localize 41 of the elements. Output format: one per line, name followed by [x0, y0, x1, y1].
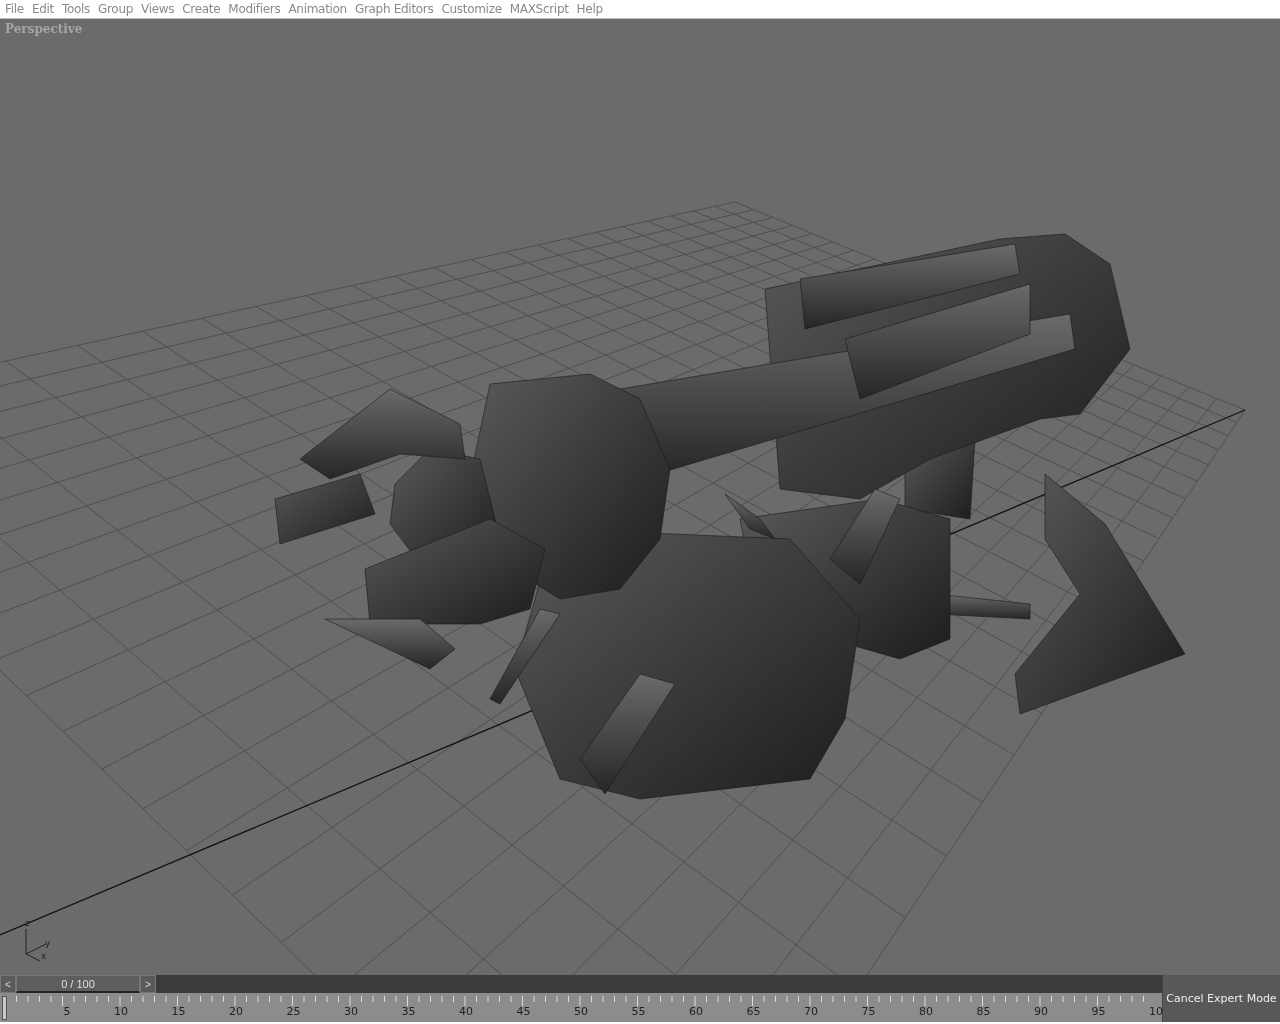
frame-number: 5 — [63, 1006, 71, 1018]
menu-item[interactable]: Edit — [27, 2, 58, 16]
frame-number: 50 — [574, 1006, 588, 1018]
frame-number: 25 — [286, 1006, 301, 1018]
frame-number: 30 — [344, 1006, 358, 1018]
menu-item[interactable]: MAXScript — [505, 2, 573, 16]
menu-item[interactable]: Modifiers — [224, 2, 285, 16]
frame-number: 15 — [171, 1006, 186, 1018]
axis-label: x — [41, 951, 47, 961]
menu-item[interactable]: Group — [94, 2, 138, 16]
frame-number: 60 — [689, 1006, 703, 1018]
menu-item[interactable]: Animation — [284, 2, 351, 16]
axis-tripod-icon — [25, 928, 47, 962]
menu-item[interactable]: Graph Editors — [350, 2, 438, 16]
menu-item[interactable]: Create — [178, 2, 225, 16]
frame-number: 45 — [516, 1006, 531, 1018]
frame-number: 35 — [401, 1006, 416, 1018]
frame-number: 20 — [229, 1006, 243, 1018]
frame-number: 75 — [861, 1006, 876, 1018]
next-frame-button[interactable]: > — [140, 975, 156, 993]
time-slider-thumb[interactable]: 0 / 100 — [16, 975, 140, 993]
current-frame-marker — [2, 996, 7, 1020]
axis-label: z — [25, 918, 30, 928]
frame-number: 90 — [1034, 1006, 1048, 1018]
frame-number: 95 — [1091, 1006, 1106, 1018]
frame-number: 55 — [631, 1006, 646, 1018]
previous-frame-button[interactable]: < — [0, 975, 16, 993]
viewport-label[interactable]: Perspective — [5, 22, 83, 36]
frame-number: 70 — [804, 1006, 818, 1018]
axis-label: y — [45, 938, 51, 948]
frame-number: 85 — [976, 1006, 991, 1018]
menu-item[interactable]: Views — [137, 2, 179, 16]
frame-number: 40 — [459, 1006, 473, 1018]
frame-number: 10 — [114, 1006, 128, 1018]
frame-number: 80 — [919, 1006, 933, 1018]
menu-item[interactable]: File — [1, 2, 28, 16]
cancel-expert-mode-button[interactable]: Cancel Expert Mode — [1162, 975, 1280, 1022]
menu-item[interactable]: Help — [572, 2, 607, 16]
frame-number: 65 — [746, 1006, 761, 1018]
menu-item[interactable]: Tools — [57, 2, 94, 16]
menu-item[interactable]: Customize — [437, 2, 506, 16]
